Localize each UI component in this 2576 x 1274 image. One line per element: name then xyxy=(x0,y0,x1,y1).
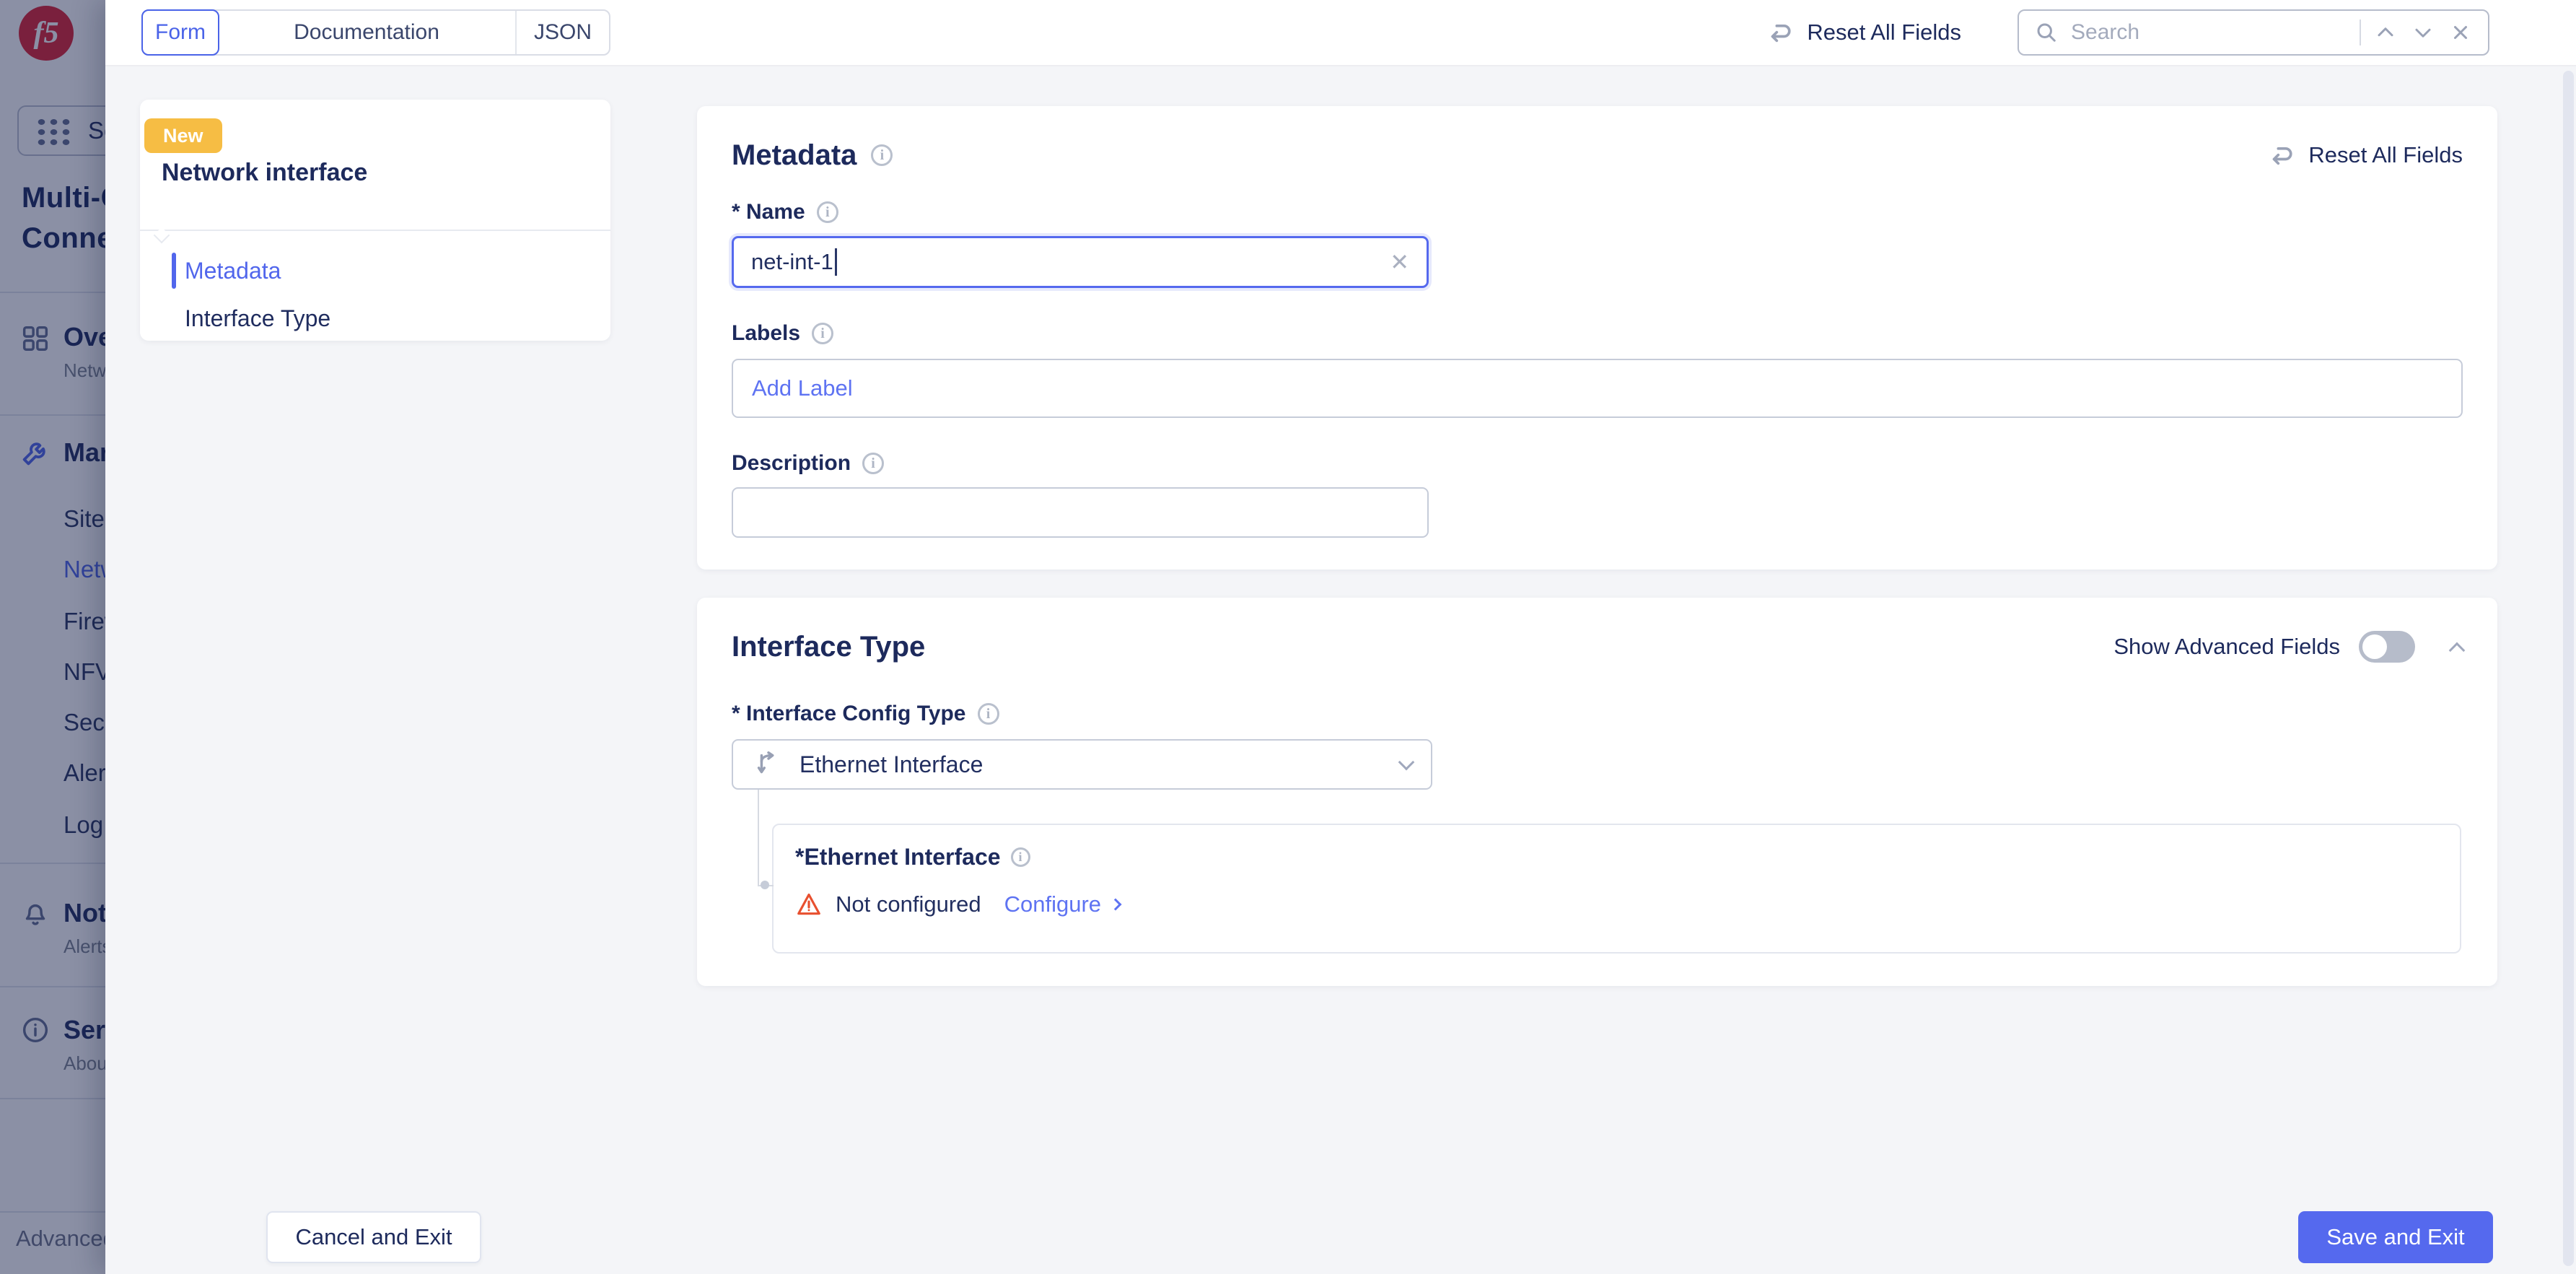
description-field-label: Description xyxy=(732,451,851,476)
interface-card-header: Interface Type Show Advanced Fields xyxy=(732,629,2463,664)
interface-type-section-card: Interface Type Show Advanced Fields * In… xyxy=(697,598,2497,986)
description-input[interactable] xyxy=(732,487,1429,538)
network-interface-slideover: Form Documentation JSON Reset All Fields… xyxy=(105,0,2576,1274)
labels-field-label: Labels xyxy=(732,321,800,346)
metadata-section-card: Metadata Reset All Fields * Name net-int… xyxy=(697,106,2497,570)
configure-link-label: Configure xyxy=(1004,891,1101,917)
search-icon xyxy=(2033,19,2059,45)
show-advanced-label: Show Advanced Fields xyxy=(2113,634,2340,660)
cancel-and-exit-button[interactable]: Cancel and Exit xyxy=(266,1211,481,1263)
section-link-metadata[interactable]: Metadata xyxy=(140,247,610,294)
config-type-info-icon[interactable] xyxy=(978,703,999,725)
metadata-info-icon[interactable] xyxy=(871,144,893,166)
ethernet-interface-title: *Ethernet Interface xyxy=(795,844,1001,871)
view-tabs: Form Documentation JSON xyxy=(141,9,610,56)
nav-card-notch xyxy=(154,227,170,244)
search-prev-icon[interactable] xyxy=(2373,19,2398,45)
description-field-label-row: Description xyxy=(732,450,2463,477)
cancel-button-label: Cancel and Exit xyxy=(295,1224,452,1250)
save-and-exit-button[interactable]: Save and Exit xyxy=(2298,1211,2493,1263)
labels-field-label-row: Labels xyxy=(732,320,2463,347)
config-type-value: Ethernet Interface xyxy=(799,751,983,778)
connector-dot xyxy=(761,881,769,889)
config-type-block: Ethernet Interface *Ethernet Interface xyxy=(732,739,2463,954)
metadata-section-title: Metadata xyxy=(732,139,857,172)
save-button-label: Save and Exit xyxy=(2326,1224,2464,1250)
object-title: Network interface xyxy=(162,159,367,187)
config-type-select[interactable]: Ethernet Interface xyxy=(732,739,1432,790)
search-divider xyxy=(2360,19,2361,45)
search-placeholder: Search xyxy=(2071,20,2348,45)
tab-form[interactable]: Form xyxy=(141,9,219,56)
reset-icon xyxy=(2265,139,2297,171)
ethernet-interface-card: *Ethernet Interface Not configured xyxy=(772,824,2461,954)
form-main-column: Metadata Reset All Fields * Name net-int… xyxy=(697,66,2497,986)
name-field-label: * Name xyxy=(732,200,805,224)
name-clear-icon[interactable] xyxy=(1390,248,1409,276)
config-type-label: * Interface Config Type xyxy=(732,702,966,726)
name-input[interactable]: net-int-1 xyxy=(732,236,1429,288)
card-reset-label: Reset All Fields xyxy=(2308,142,2463,168)
name-field-label-row: * Name xyxy=(732,198,2463,226)
ethernet-interface-title-row: *Ethernet Interface xyxy=(795,844,2438,871)
metadata-card-header: Metadata Reset All Fields xyxy=(732,138,2463,173)
chevron-down-icon xyxy=(1398,754,1415,771)
collapse-section-icon[interactable] xyxy=(2449,642,2466,659)
text-cursor xyxy=(835,248,837,276)
labels-input[interactable]: Add Label xyxy=(732,359,2463,418)
add-label-button[interactable]: Add Label xyxy=(752,375,853,401)
slideover-topbar: Form Documentation JSON Reset All Fields… xyxy=(105,0,2576,66)
branch-icon xyxy=(752,748,785,781)
tab-documentation[interactable]: Documentation xyxy=(218,11,515,54)
name-info-icon[interactable] xyxy=(817,201,838,223)
nav-card-divider xyxy=(140,230,610,231)
chevron-right-icon xyxy=(1110,899,1122,911)
interface-section-title: Interface Type xyxy=(732,631,925,663)
advanced-fields-control: Show Advanced Fields xyxy=(2113,631,2463,663)
ethernet-info-icon[interactable] xyxy=(1011,847,1030,867)
form-nav-card: New Network interface Metadata Interface… xyxy=(140,100,610,341)
connector-line xyxy=(758,790,759,886)
status-badge-new: New xyxy=(144,118,222,153)
reset-all-fields-label: Reset All Fields xyxy=(1807,19,1961,45)
warning-icon xyxy=(795,891,823,918)
not-configured-status: Not configured xyxy=(836,891,981,917)
reset-all-fields-card[interactable]: Reset All Fields xyxy=(2265,139,2463,171)
reset-icon xyxy=(1764,17,1795,48)
section-link-interface-type[interactable]: Interface Type xyxy=(140,294,610,342)
name-input-value: net-int-1 xyxy=(751,249,833,275)
section-nav: Metadata Interface Type xyxy=(140,247,610,342)
search-input[interactable]: Search xyxy=(2018,9,2489,56)
show-advanced-toggle[interactable] xyxy=(2359,631,2415,663)
tab-json[interactable]: JSON xyxy=(515,11,609,54)
search-next-icon[interactable] xyxy=(2410,19,2436,45)
reset-all-fields-top[interactable]: Reset All Fields xyxy=(1764,17,1961,48)
ethernet-status-row: Not configured Configure xyxy=(795,891,2438,918)
labels-info-icon[interactable] xyxy=(812,323,833,344)
slideover-content: New Network interface Metadata Interface… xyxy=(105,66,2576,1274)
scrollbar-thumb[interactable] xyxy=(2563,71,2574,1266)
description-info-icon[interactable] xyxy=(862,453,884,474)
config-type-label-row: * Interface Config Type xyxy=(732,700,2463,728)
search-clear-icon[interactable] xyxy=(2448,19,2474,45)
configure-link[interactable]: Configure xyxy=(1004,891,1120,917)
